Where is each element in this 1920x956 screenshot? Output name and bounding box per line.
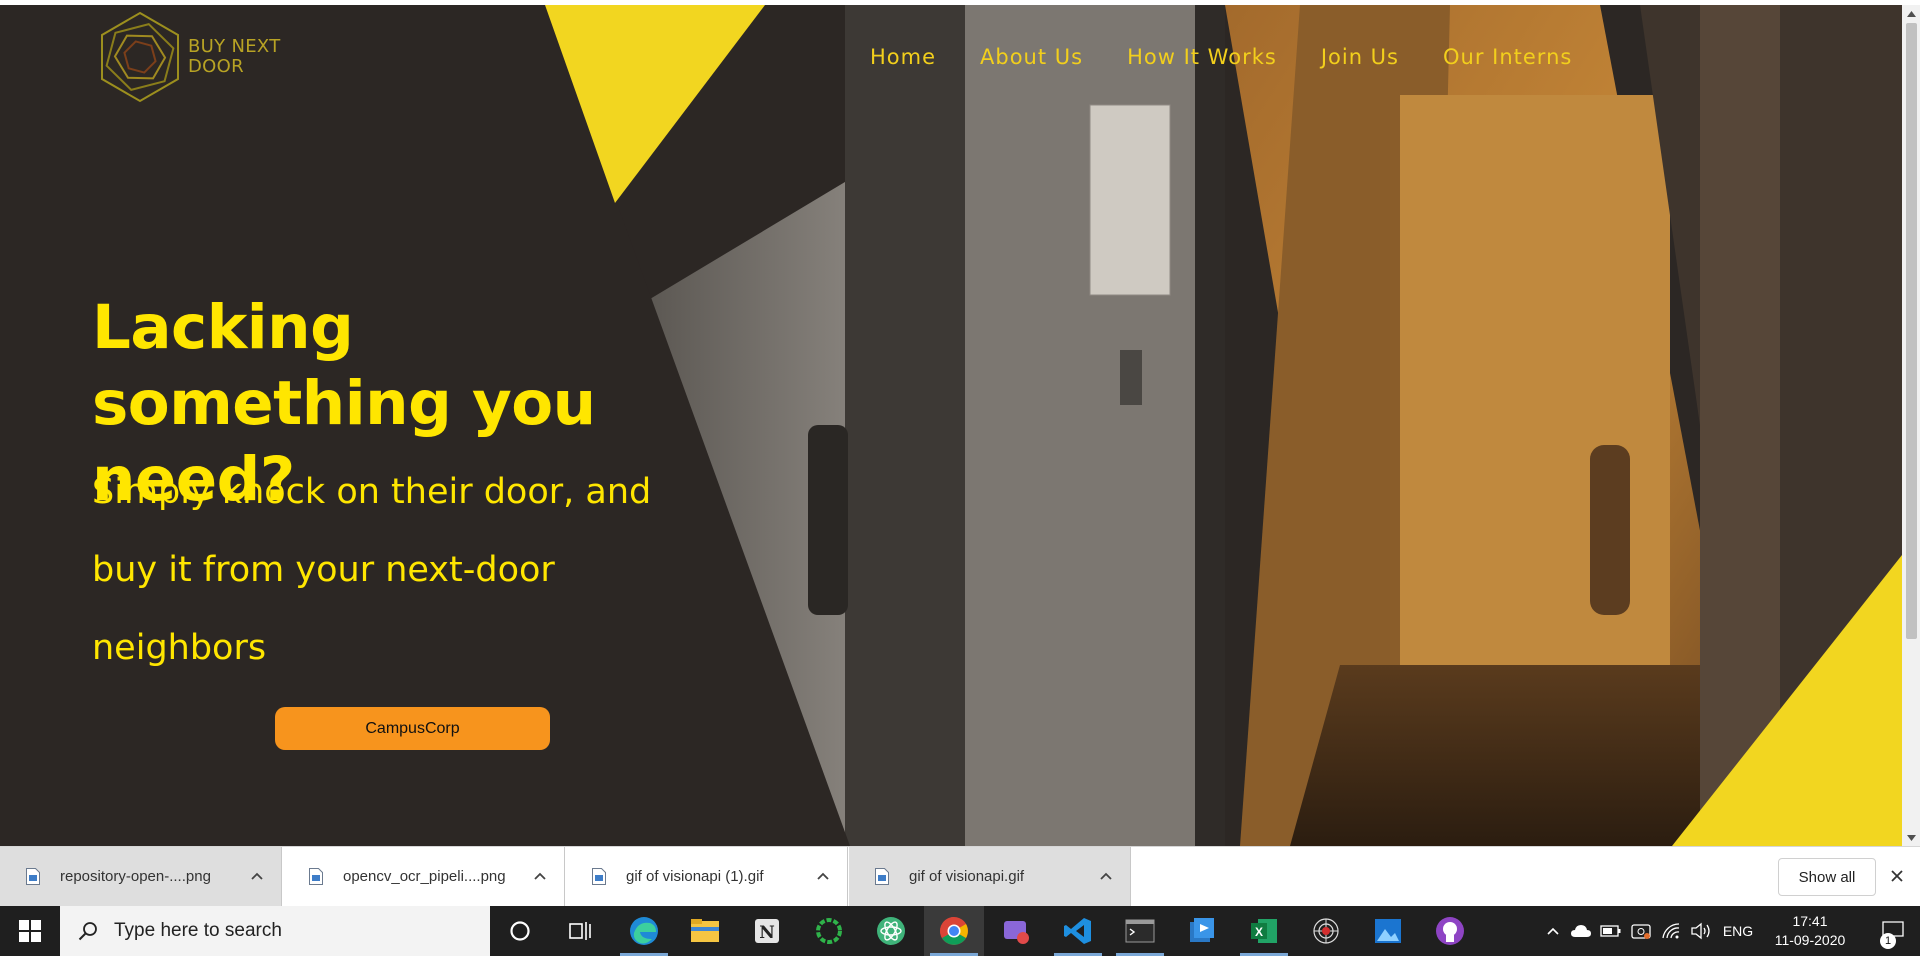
- input-language[interactable]: ENG: [1718, 906, 1758, 956]
- hero-section: BUY NEXT DOOR Home About Us How It Works…: [0, 5, 1902, 846]
- clock-date: 11-09-2020: [1774, 932, 1846, 948]
- scroll-down-arrow-icon[interactable]: [1902, 829, 1920, 846]
- clock-time: 17:41: [1792, 913, 1828, 929]
- svg-text:X: X: [1255, 925, 1263, 939]
- logo-text: BUY NEXT DOOR: [188, 36, 281, 77]
- action-center-button[interactable]: [1866, 906, 1920, 956]
- edge-icon[interactable]: [614, 906, 674, 956]
- nav-our-interns[interactable]: Our Interns: [1443, 45, 1572, 69]
- image-file-icon: [875, 868, 889, 885]
- app-ring-icon[interactable]: [799, 906, 859, 956]
- scrollbar-thumb[interactable]: [1906, 23, 1917, 639]
- snipping-icon[interactable]: [986, 906, 1046, 956]
- nav-join-us[interactable]: Join Us: [1321, 45, 1399, 69]
- nav-about-us[interactable]: About Us: [980, 45, 1083, 69]
- page-scrollbar[interactable]: [1902, 5, 1920, 846]
- hero-subheadline: Simply knock on their door, and buy it f…: [92, 472, 652, 668]
- notification-count-badge: 1: [1880, 933, 1896, 949]
- chrome-icon[interactable]: [924, 906, 984, 956]
- github-desktop-icon[interactable]: [1420, 906, 1480, 956]
- download-item[interactable]: gif of visionapi.gif: [849, 847, 1131, 906]
- nav-home[interactable]: Home: [870, 45, 936, 69]
- file-explorer-icon[interactable]: [675, 906, 735, 956]
- terminal-icon[interactable]: [1110, 906, 1170, 956]
- download-filename: repository-open-....png: [60, 868, 211, 885]
- chevron-up-icon[interactable]: [1099, 869, 1113, 883]
- taskbar-clock[interactable]: 17:41 11-09-2020: [1762, 906, 1858, 956]
- image-file-icon: [309, 868, 323, 885]
- atom-icon[interactable]: [861, 906, 921, 956]
- download-filename: gif of visionapi (1).gif: [626, 868, 764, 885]
- wifi-icon[interactable]: [1658, 906, 1684, 956]
- battery-icon[interactable]: [1598, 906, 1624, 956]
- notion-icon[interactable]: N: [737, 906, 797, 956]
- download-filename: gif of visionapi.gif: [909, 868, 1025, 885]
- image-file-icon: [592, 868, 606, 885]
- task-view-icon[interactable]: [550, 906, 610, 956]
- chevron-up-icon[interactable]: [1540, 906, 1566, 956]
- show-all-downloads-button[interactable]: Show all: [1778, 858, 1876, 896]
- search-placeholder: Type here to search: [114, 920, 282, 941]
- download-item[interactable]: opencv_ocr_pipeli....png: [283, 847, 565, 906]
- meet-now-icon[interactable]: [1628, 906, 1654, 956]
- powerbi-icon[interactable]: [1172, 906, 1232, 956]
- vscode-icon[interactable]: [1048, 906, 1108, 956]
- download-filename: opencv_ocr_pipeli....png: [343, 868, 506, 885]
- onedrive-cloud-icon[interactable]: [1568, 906, 1594, 956]
- main-nav: Home About Us How It Works Join Us Our I…: [870, 45, 1616, 69]
- campuscorp-button[interactable]: CampusCorp: [275, 707, 550, 750]
- windows-taskbar: Type here to search N X ENG 17:41 11-09-…: [0, 906, 1920, 956]
- cortana-icon[interactable]: [490, 906, 550, 956]
- download-shelf: repository-open-....png opencv_ocr_pipel…: [0, 846, 1920, 906]
- volume-icon[interactable]: [1688, 906, 1714, 956]
- excel-icon[interactable]: X: [1234, 906, 1294, 956]
- download-item[interactable]: repository-open-....png: [0, 847, 282, 906]
- start-button[interactable]: [0, 906, 60, 956]
- spider-icon[interactable]: [1296, 906, 1356, 956]
- site-logo[interactable]: BUY NEXT DOOR: [96, 9, 281, 105]
- hexagon-logo-icon: [101, 11, 179, 103]
- taskbar-search-box[interactable]: Type here to search: [60, 906, 490, 956]
- download-item[interactable]: gif of visionapi (1).gif: [566, 847, 848, 906]
- chevron-up-icon[interactable]: [250, 869, 264, 883]
- image-file-icon: [26, 868, 40, 885]
- search-icon: [78, 922, 97, 941]
- svg-text:N: N: [759, 923, 775, 943]
- chevron-up-icon[interactable]: [533, 869, 547, 883]
- browser-viewport: BUY NEXT DOOR Home About Us How It Works…: [0, 0, 1920, 846]
- windows-logo-icon: [19, 920, 41, 942]
- close-icon[interactable]: [1888, 867, 1906, 885]
- nav-how-it-works[interactable]: How It Works: [1127, 45, 1277, 69]
- scroll-up-arrow-icon[interactable]: [1902, 5, 1920, 22]
- photos-icon[interactable]: [1358, 906, 1418, 956]
- chevron-up-icon[interactable]: [816, 869, 830, 883]
